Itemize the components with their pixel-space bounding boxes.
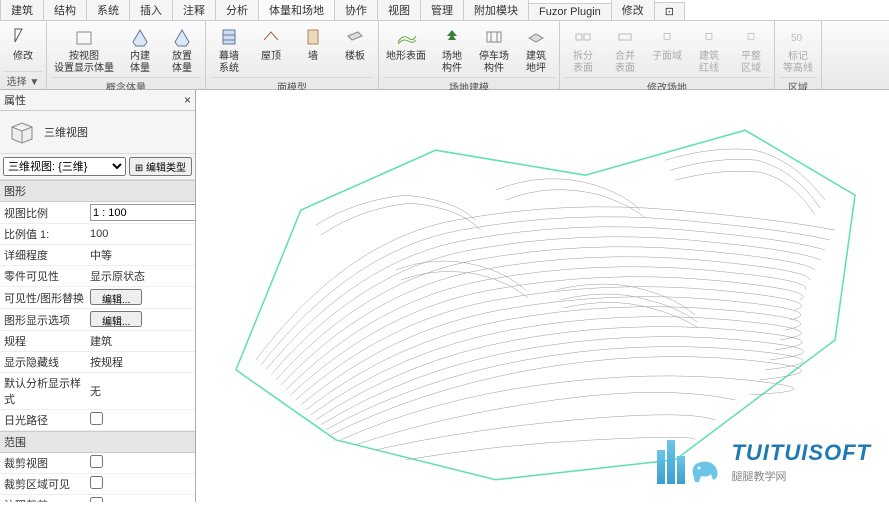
tab-4[interactable]: 注释 — [172, 0, 216, 20]
tab-10[interactable]: 附加模块 — [463, 0, 529, 20]
type-icon — [6, 119, 36, 145]
tab-3[interactable]: 插入 — [129, 0, 173, 20]
cropvis-check[interactable] — [90, 476, 103, 489]
elephant-icon — [687, 456, 721, 484]
tab-12[interactable]: 修改 — [611, 0, 655, 20]
curtain-button[interactable]: 幕墙系统 — [210, 23, 248, 77]
section-extent[interactable]: 范围 — [0, 431, 195, 453]
place-mass-button[interactable]: 放置体量 — [163, 23, 201, 77]
modify-button[interactable]: 修改 — [4, 23, 42, 65]
type-name[interactable]: 三维视图 — [44, 124, 88, 140]
group-label-select[interactable]: 选择 ▼ — [4, 71, 42, 89]
vis-edit-button[interactable]: 编辑... — [90, 289, 142, 305]
byview-button[interactable]: 按视图设置显示体量 — [51, 23, 117, 77]
split-button: 拆分表面 — [564, 23, 602, 77]
parking-button[interactable]: 停车场构件 — [475, 23, 513, 77]
flat-button: ◻平整区域 — [732, 23, 770, 77]
sunpath-check[interactable] — [90, 412, 103, 425]
scale-input[interactable] — [90, 204, 195, 221]
watermark: TUITUISOFT 腿腿教学网 — [657, 440, 871, 484]
edit-type-button[interactable]: ⊞ 编辑类型 — [129, 157, 192, 176]
tab-5[interactable]: 分析 — [215, 0, 259, 20]
tab-9[interactable]: 管理 — [420, 0, 464, 20]
tab-13[interactable]: ⊡ — [654, 2, 685, 20]
property-grid[interactable]: 图形 视图比例 比例值 1:100 详细程度中等 零件可见性显示原状态 可见性/… — [0, 180, 195, 502]
tab-8[interactable]: 视图 — [377, 0, 421, 20]
wall-button[interactable]: 墙 — [294, 23, 332, 65]
crop-check[interactable] — [90, 455, 103, 468]
tab-bar: 建筑结构系统插入注释分析体量和场地协作视图管理附加模块Fuzor Plugin修… — [0, 0, 889, 21]
tab-7[interactable]: 协作 — [334, 0, 378, 20]
panel-title: 属性 — [4, 92, 26, 108]
contour-tag-button: 50标记等高线 — [779, 23, 817, 77]
merge-button: 合并表面 — [606, 23, 644, 77]
viewport-3d[interactable]: TUITUISOFT 腿腿教学网 — [196, 90, 889, 502]
site-comp-button[interactable]: 场地构件 — [433, 23, 471, 77]
tab-11[interactable]: Fuzor Plugin — [528, 3, 612, 20]
roof-button[interactable]: 屋顶 — [252, 23, 290, 65]
floor-button[interactable]: 楼板 — [336, 23, 374, 65]
tab-2[interactable]: 系统 — [86, 0, 130, 20]
gfx-edit-button[interactable]: 编辑... — [90, 311, 142, 327]
close-icon[interactable]: × — [184, 93, 191, 107]
tab-0[interactable]: 建筑 — [0, 0, 44, 20]
properties-panel: 属性 × 三维视图 三维视图: {三维} ⊞ 编辑类型 图形 视图比例 比例值 1… — [0, 90, 196, 502]
tab-6[interactable]: 体量和场地 — [258, 0, 335, 20]
tab-1[interactable]: 结构 — [43, 0, 87, 20]
ribbon: 修改 选择 ▼ 按视图设置显示体量 内建体量 放置体量 概念体量 幕墙系统 屋顶… — [0, 21, 889, 90]
propline-button: ◻建筑红线 — [690, 23, 728, 77]
topo-button[interactable]: 地形表面 — [383, 23, 429, 65]
inplace-mass-button[interactable]: 内建体量 — [121, 23, 159, 77]
instance-select[interactable]: 三维视图: {三维} — [3, 157, 126, 176]
pad-button[interactable]: 建筑地坪 — [517, 23, 555, 77]
section-graphics[interactable]: 图形 — [0, 180, 195, 202]
subregion-button: ◻子面域 — [648, 23, 686, 65]
svg-text:50: 50 — [791, 33, 803, 44]
